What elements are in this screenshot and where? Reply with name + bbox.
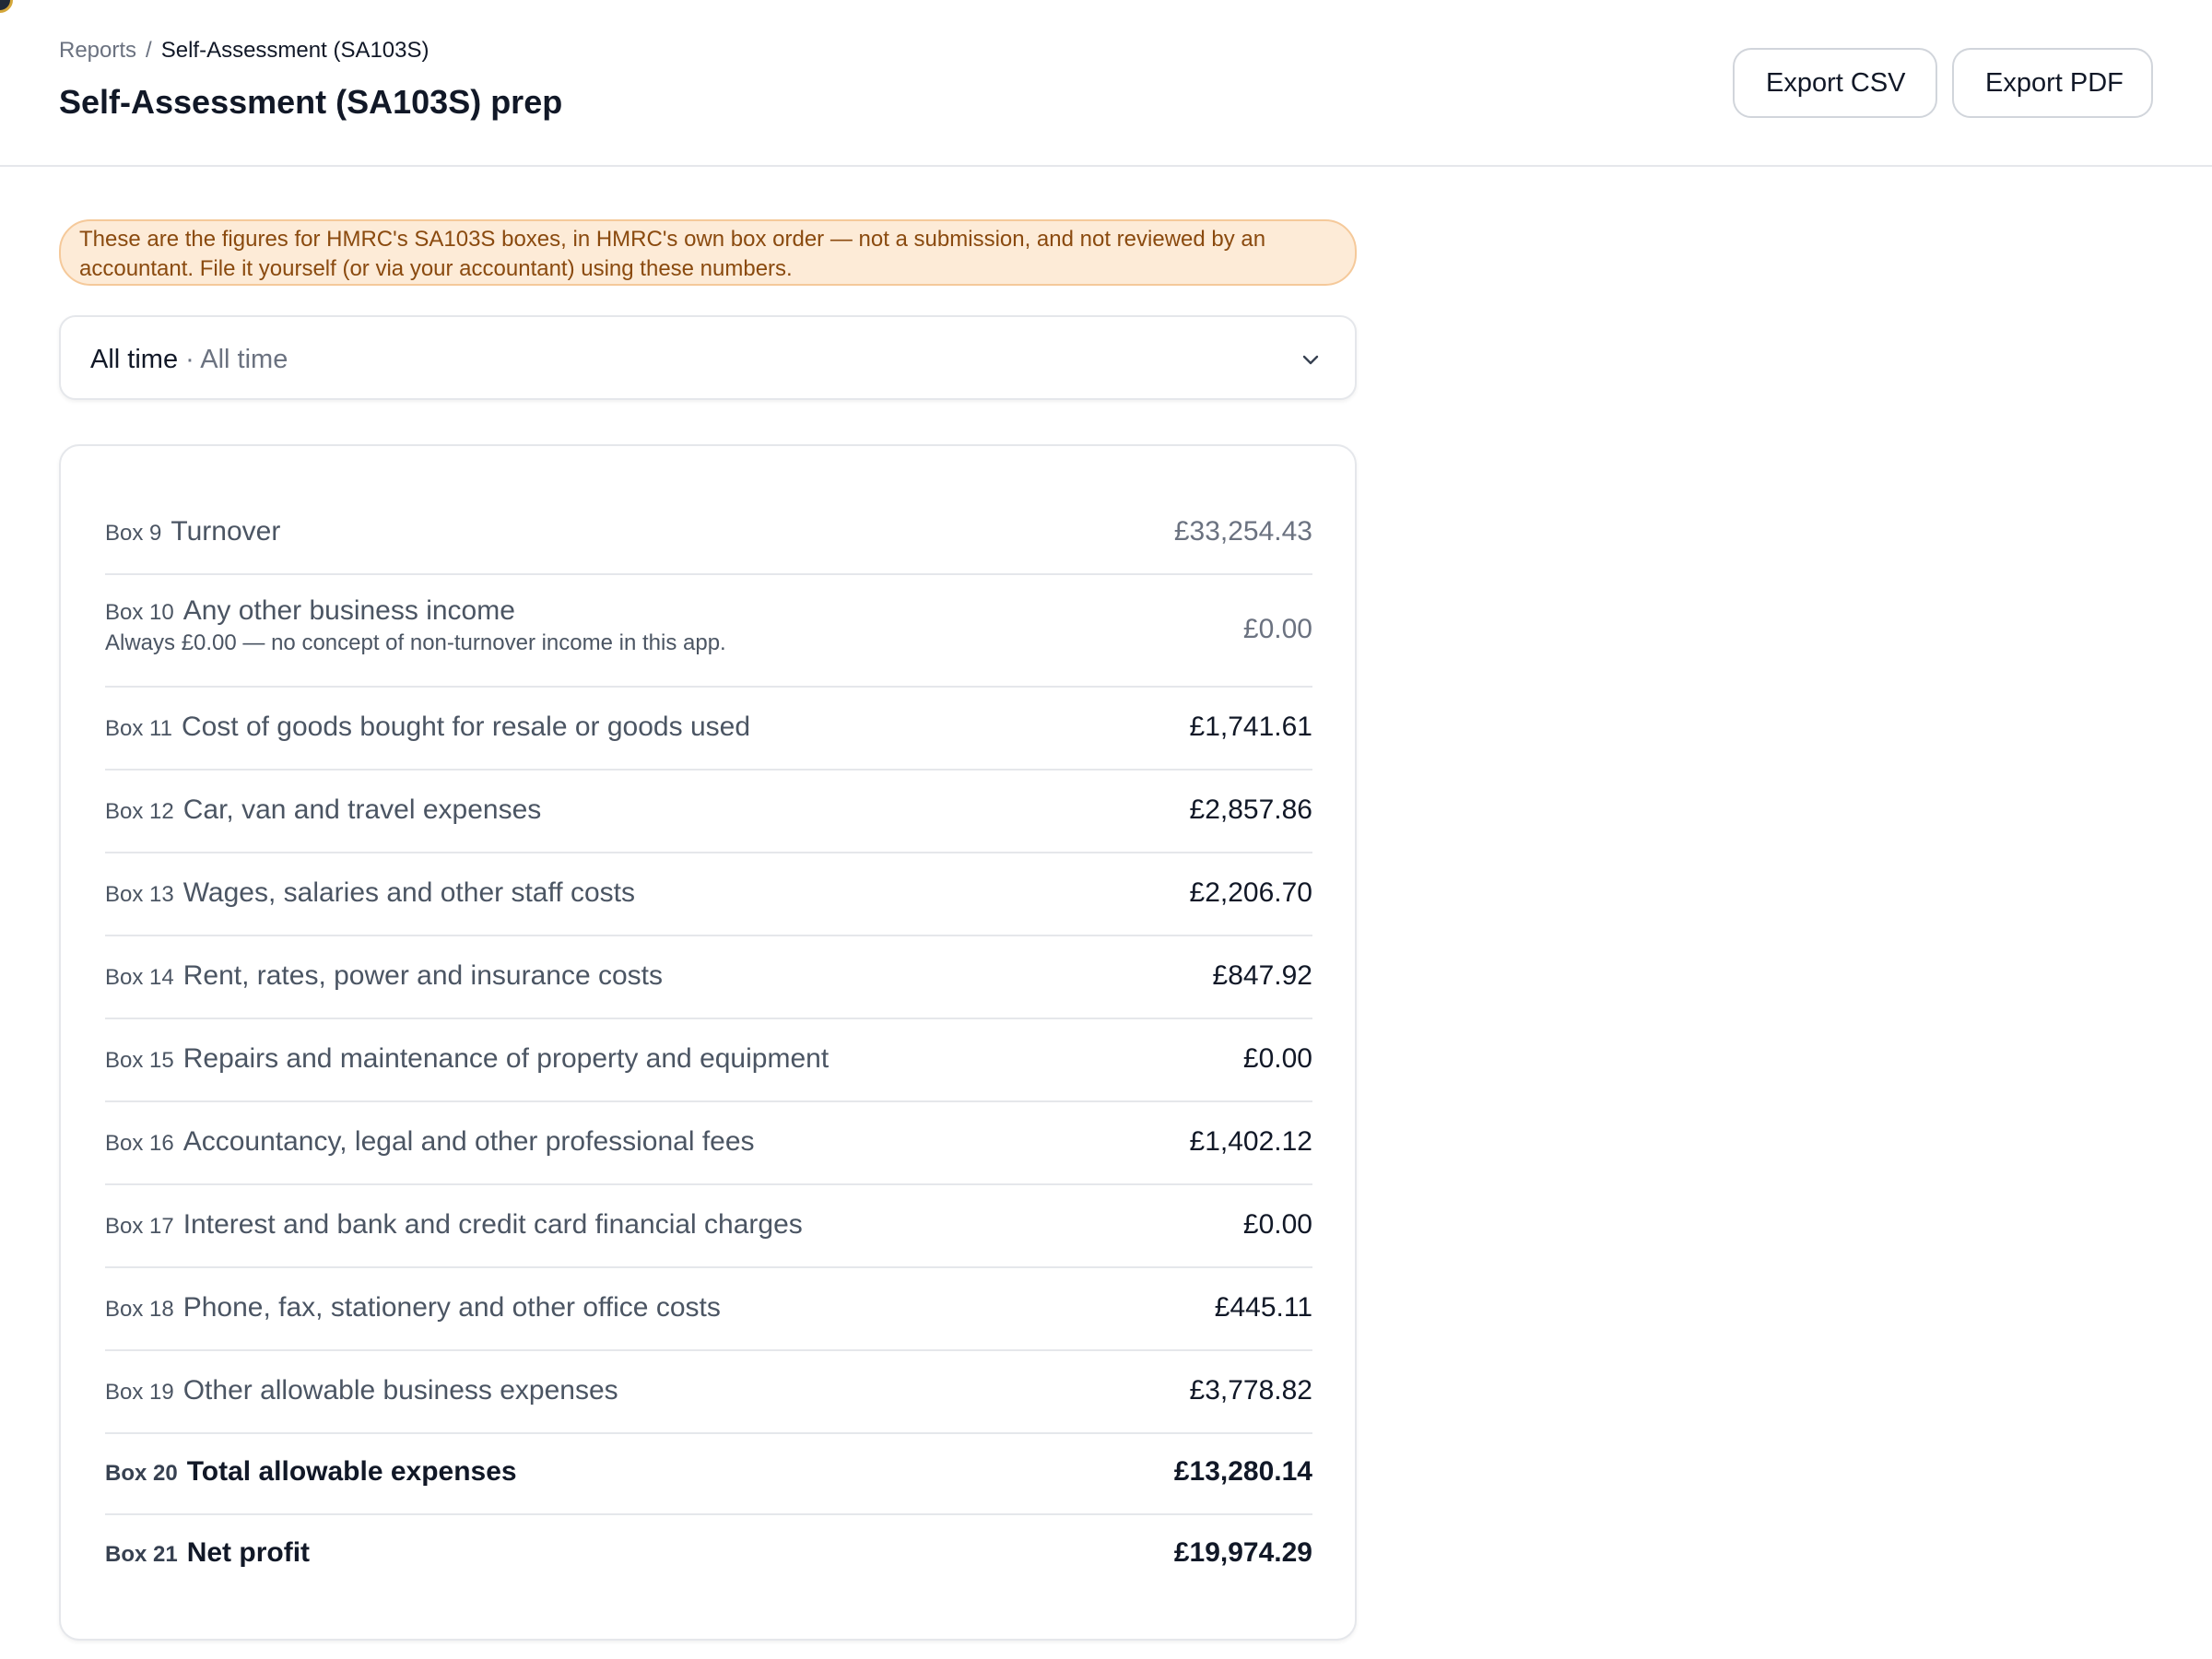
box-title: Accountancy, legal and other professiona… (182, 1126, 755, 1157)
breadcrumb-link-reports[interactable]: Reports (59, 38, 136, 63)
box-row: Box 14 Rent, rates, power and insurance c… (105, 936, 1312, 1019)
box-row: Box 17 Interest and bank and credit card … (105, 1185, 1312, 1268)
box-number: Box 10 (105, 600, 174, 625)
box-value: £1,402.12 (1189, 1126, 1312, 1157)
box-row-label: Box 17 Interest and bank and credit card … (105, 1209, 803, 1241)
box-title: Rent, rates, power and insurance costs (182, 960, 663, 991)
box-value: £3,778.82 (1189, 1375, 1312, 1406)
box-value: £445.11 (1214, 1292, 1312, 1323)
export-pdf-button[interactable]: Export PDF (1952, 48, 2153, 118)
box-value: £2,857.86 (1189, 794, 1312, 825)
export-csv-button[interactable]: Export CSV (1733, 48, 1937, 118)
box-row-label: Box 11 Cost of goods bought for resale or… (105, 712, 750, 743)
period-label: All time (90, 345, 179, 374)
box-row-label: Box 18 Phone, fax, stationery and other o… (105, 1292, 721, 1324)
period-sublabel: All time (200, 345, 288, 374)
box-title: Other allowable business expenses (182, 1375, 618, 1406)
box-row-label: Box 14 Rent, rates, power and insurance c… (105, 960, 663, 992)
box-value: £2,206.70 (1189, 877, 1312, 908)
box-title: Turnover (171, 516, 281, 547)
box-number: Box 17 (105, 1214, 174, 1239)
box-row: Box 12 Car, van and travel expenses £2,857… (105, 771, 1312, 853)
box-title: Car, van and travel expenses (182, 794, 542, 825)
box-title: Net profit (186, 1537, 311, 1568)
box-row: Box 20 Total allowable expenses £13,280.14 (105, 1434, 1312, 1515)
box-value: £0.00 (1242, 614, 1312, 644)
box-title: Cost of goods bought for resale or goods… (181, 712, 751, 742)
box-value: £1,741.61 (1189, 712, 1312, 742)
box-row: Box 13 Wages, salaries and other staff co… (105, 853, 1312, 936)
box-row: Box 11 Cost of goods bought for resale or… (105, 688, 1312, 771)
box-row-label: Box 10 Any other business income (105, 595, 515, 627)
box-number: Box 15 (105, 1048, 174, 1073)
box-row-label: Box 13 Wages, salaries and other staff co… (105, 877, 635, 909)
box-value: £847.92 (1212, 960, 1312, 991)
box-number: Box 18 (105, 1297, 174, 1322)
box-number: Box 12 (105, 799, 174, 824)
box-number: Box 14 (105, 965, 174, 990)
box-row-label: Box 12 Car, van and travel expenses (105, 794, 541, 826)
box-row-label: Box 19 Other allowable business expenses (105, 1375, 618, 1406)
box-row-label: Box 9 Turnover (105, 516, 280, 547)
box-value: £0.00 (1242, 1043, 1312, 1074)
box-title: Interest and bank and credit card financ… (182, 1209, 803, 1240)
box-number: Box 11 (105, 716, 172, 741)
breadcrumb-current: Self-Assessment (SA103S) (160, 38, 429, 63)
period-select-text: All time · All time (90, 343, 288, 376)
box-value: £33,254.43 (1173, 516, 1312, 547)
box-title: Repairs and maintenance of property and … (182, 1043, 830, 1074)
page-header: Reports / Self-Assessment (SA103S) Self-As… (0, 0, 2212, 167)
box-row: Box 9 Turnover £33,254.43 (105, 492, 1312, 575)
box-number: Box 16 (105, 1131, 174, 1156)
box-row: Box 19 Other allowable business expenses £… (105, 1351, 1312, 1434)
box-title: Any other business income (182, 595, 515, 626)
box-row-label: Box 15 Repairs and maintenance of propert… (105, 1043, 829, 1075)
box-row-label: Box 16 Accountancy, legal and other profe… (105, 1126, 755, 1158)
period-separator: · (178, 345, 201, 374)
box-row: Box 10 Any other business income Always £0… (105, 575, 1312, 688)
box-value: £0.00 (1242, 1209, 1312, 1240)
box-row-label: Box 20 Total allowable expenses (105, 1456, 517, 1488)
disclaimer-notice: These are the figures for HMRC's SA103S … (59, 219, 1357, 286)
period-select[interactable]: All time · All time (59, 315, 1357, 400)
box-number: Box 13 (105, 882, 174, 907)
box-number: Box 9 (105, 521, 162, 546)
box-row-label: Box 21 Net profit (105, 1537, 310, 1569)
box-note: Always £0.00 — no concept of non-turnove… (105, 630, 726, 655)
box-title: Total allowable expenses (186, 1456, 517, 1487)
box-row: Box 16 Accountancy, legal and other profe… (105, 1102, 1312, 1185)
box-value: £19,974.29 (1173, 1537, 1312, 1568)
page-title: Self-Assessment (SA103S) prep (59, 83, 563, 121)
breadcrumb: Reports / Self-Assessment (SA103S) (59, 37, 429, 65)
box-number: Box 21 (105, 1542, 178, 1567)
box-title: Phone, fax, stationery and other office … (182, 1292, 721, 1323)
box-row: Box 18 Phone, fax, stationery and other o… (105, 1268, 1312, 1351)
box-row: Box 21 Net profit £19,974.29 (105, 1515, 1312, 1598)
box-number: Box 20 (105, 1461, 178, 1486)
chevron-down-icon (1302, 355, 1319, 365)
box-number: Box 19 (105, 1380, 174, 1405)
box-row: Box 15 Repairs and maintenance of propert… (105, 1019, 1312, 1102)
box-value: £13,280.14 (1173, 1456, 1312, 1487)
sa103s-boxes-card: Box 9 Turnover £33,254.43 Box 10 Any other b… (59, 444, 1357, 1641)
box-title: Wages, salaries and other staff costs (182, 877, 635, 908)
breadcrumb-separator: / (146, 38, 152, 63)
sa103s-boxes-list: Box 9 Turnover £33,254.43 Box 10 Any other b… (105, 492, 1312, 1598)
